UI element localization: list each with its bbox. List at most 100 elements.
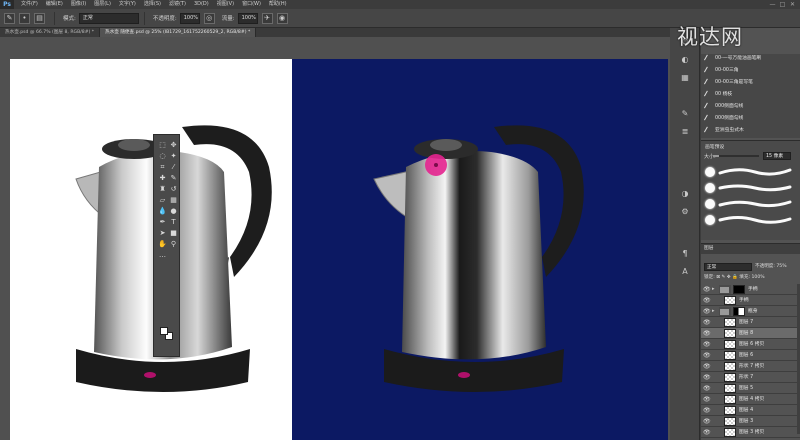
brush-tip-preview[interactable] <box>705 183 715 193</box>
menu-select[interactable]: 选择(S) <box>140 0 165 9</box>
visibility-eye-icon[interactable]: 👁 <box>703 385 711 392</box>
menu-edit[interactable]: 编辑(E) <box>42 0 67 9</box>
visibility-eye-icon[interactable]: 👁 <box>703 330 711 337</box>
layer-row[interactable]: 👁 图层 5 <box>701 383 800 394</box>
layers-tab[interactable]: 图层 <box>701 244 800 254</box>
lasso-icon[interactable]: ◌ <box>158 152 167 161</box>
menu-layer[interactable]: 图层(L) <box>90 0 115 9</box>
visibility-eye-icon[interactable]: 👁 <box>703 374 711 381</box>
magic-wand-icon[interactable]: ✦ <box>169 152 178 161</box>
brush-preset-item[interactable]: 000侧面勾线 <box>701 114 800 124</box>
adjustments-panel-icon[interactable]: ◑ <box>679 188 691 200</box>
flow-field[interactable]: 100% <box>237 12 258 24</box>
brush-presets-panel-icon[interactable]: ≣ <box>679 126 691 138</box>
opacity-field[interactable]: 100% <box>179 12 200 24</box>
brush-preset-item[interactable]: 00 杨枝 <box>701 90 800 100</box>
layer-row[interactable]: 👁 图层 8 <box>701 328 800 339</box>
path-select-icon[interactable]: ➤ <box>158 229 167 238</box>
visibility-eye-icon[interactable]: 👁 <box>703 407 711 414</box>
menu-file[interactable]: 文件(F) <box>17 0 42 9</box>
visibility-eye-icon[interactable]: 👁 <box>703 418 711 425</box>
healing-icon[interactable]: ✚ <box>158 174 167 183</box>
color-panel-icon[interactable]: ◐ <box>679 54 691 66</box>
visibility-eye-icon[interactable]: 👁 <box>703 297 711 304</box>
blur-icon[interactable]: 💧 <box>158 207 167 216</box>
canvas-area[interactable]: ⬚ ✥ ◌ ✦ ⌗ ⁄ ✚ ✎ ♜ ↺ ▱ ▦ 💧 ● ✒ T ➤ ■ ✋ ⚲ … <box>0 37 670 440</box>
visibility-eye-icon[interactable]: 👁 <box>703 341 711 348</box>
paragraph-panel-icon[interactable]: ¶ <box>679 248 691 260</box>
dodge-icon[interactable]: ● <box>169 207 178 216</box>
eraser-icon[interactable]: ▱ <box>158 196 167 205</box>
menu-help[interactable]: 帮助(H) <box>265 0 291 9</box>
brush-preset-picker-icon[interactable]: • <box>19 12 30 24</box>
brush-preset-item[interactable]: 00-一号万能油画笔刷 <box>701 54 800 64</box>
brush-panel-toggle-icon[interactable]: ▤ <box>34 12 45 24</box>
pen-icon[interactable]: ✒ <box>158 218 167 227</box>
character-panel-icon[interactable]: A <box>679 266 691 278</box>
layer-row[interactable]: 👁 形状 7 <box>701 372 800 383</box>
brush-stroke-preview[interactable] <box>718 167 792 176</box>
foreground-color-swatch[interactable] <box>160 327 168 335</box>
layer-row[interactable]: 👁 ▸ 手柄 <box>701 284 800 295</box>
minimize-icon[interactable]: — <box>769 1 776 8</box>
visibility-eye-icon[interactable]: 👁 <box>703 363 711 370</box>
layer-row[interactable]: 👁 图层 3 拷贝 <box>701 427 800 438</box>
pressure-opacity-icon[interactable]: ◎ <box>203 12 215 24</box>
move-icon[interactable]: ✥ <box>169 141 178 150</box>
layer-row[interactable]: 👁 图层 4 拷贝 <box>701 394 800 405</box>
brush-stroke-preview[interactable] <box>718 183 792 192</box>
tab-active-document[interactable]: 热水壶 随便查.psd @ 25% (IB1729_161752260529_2… <box>100 28 257 37</box>
group-fold-icon[interactable]: ▸ <box>712 308 718 315</box>
more-tools-icon[interactable]: … <box>158 251 167 260</box>
type-icon[interactable]: T <box>169 218 178 227</box>
layer-opacity[interactable]: 不透明度: 75% <box>755 263 787 271</box>
airbrush-icon[interactable]: ✈ <box>261 12 273 24</box>
maximize-icon[interactable]: □ <box>779 1 786 8</box>
layer-row[interactable]: 👁 手柄 <box>701 295 800 306</box>
brush-panel-icon[interactable]: ✎ <box>679 108 691 120</box>
visibility-eye-icon[interactable]: 👁 <box>703 429 711 436</box>
menu-view[interactable]: 视图(V) <box>213 0 238 9</box>
layer-row[interactable]: 👁 图层 3 <box>701 416 800 427</box>
group-fold-icon[interactable]: ▸ <box>712 286 718 293</box>
menu-image[interactable]: 图像(I) <box>67 0 90 9</box>
brush-preset-item[interactable]: 000侧面勾线 <box>701 102 800 112</box>
right-document-canvas[interactable] <box>292 59 668 440</box>
brush-size-slider[interactable] <box>713 155 759 157</box>
eyedropper-icon[interactable]: ⁄ <box>169 163 178 172</box>
brush-tip-preview[interactable] <box>705 215 715 225</box>
visibility-eye-icon[interactable]: 👁 <box>703 396 711 403</box>
brush-tip-preview[interactable] <box>705 167 715 177</box>
layer-row[interactable]: 👁 图层 7 <box>701 317 800 328</box>
lock-fill-row[interactable]: 锁定: ⊠ ✎ ✥ 🔒 填充: 100% <box>701 273 800 282</box>
pressure-size-icon[interactable]: ◉ <box>276 12 288 24</box>
visibility-eye-icon[interactable]: 👁 <box>703 319 711 326</box>
tab-kettle-document[interactable]: 热水壶.psd @ 66.7% (图层 8, RGB/8#) * <box>0 28 101 37</box>
layer-row[interactable]: 👁 形状 7 拷贝 <box>701 361 800 372</box>
visibility-eye-icon[interactable]: 👁 <box>703 286 711 293</box>
brush-preset-item[interactable]: 00-00三角 <box>701 66 800 76</box>
layer-row[interactable]: 👁 ▸ 瓶身 <box>701 306 800 317</box>
layer-row[interactable]: 👁 图层 6 拷贝 <box>701 339 800 350</box>
left-document-canvas[interactable] <box>10 59 292 440</box>
history-brush-icon[interactable]: ↺ <box>169 185 178 194</box>
gradient-icon[interactable]: ▦ <box>169 196 178 205</box>
stamp-icon[interactable]: ♜ <box>158 185 167 194</box>
brush-stroke-preview[interactable] <box>718 199 792 208</box>
brush-tool-icon[interactable]: ✎ <box>4 12 15 24</box>
brush-tip-preview[interactable] <box>705 199 715 209</box>
visibility-eye-icon[interactable]: 👁 <box>703 352 711 359</box>
brush-size-field[interactable]: 15 像素 <box>763 152 791 160</box>
layer-row[interactable]: 👁 图层 6 <box>701 350 800 361</box>
blend-mode-select[interactable]: 正常 <box>704 263 752 271</box>
close-icon[interactable]: ✕ <box>789 1 796 8</box>
mode-select[interactable]: 正常 <box>78 12 139 24</box>
menu-3d[interactable]: 3D(D) <box>190 0 213 9</box>
swatches-panel-icon[interactable]: ▦ <box>679 72 691 84</box>
brush-stroke-preview[interactable] <box>718 215 792 224</box>
layer-mask-thumbnail[interactable] <box>733 307 745 316</box>
layer-row[interactable]: 👁 图层 4 <box>701 405 800 416</box>
brush-icon[interactable]: ✎ <box>169 174 178 183</box>
menu-filter[interactable]: 滤镜(T) <box>165 0 190 9</box>
brush-preset-item[interactable]: 00-00三角是写笔 <box>701 78 800 88</box>
